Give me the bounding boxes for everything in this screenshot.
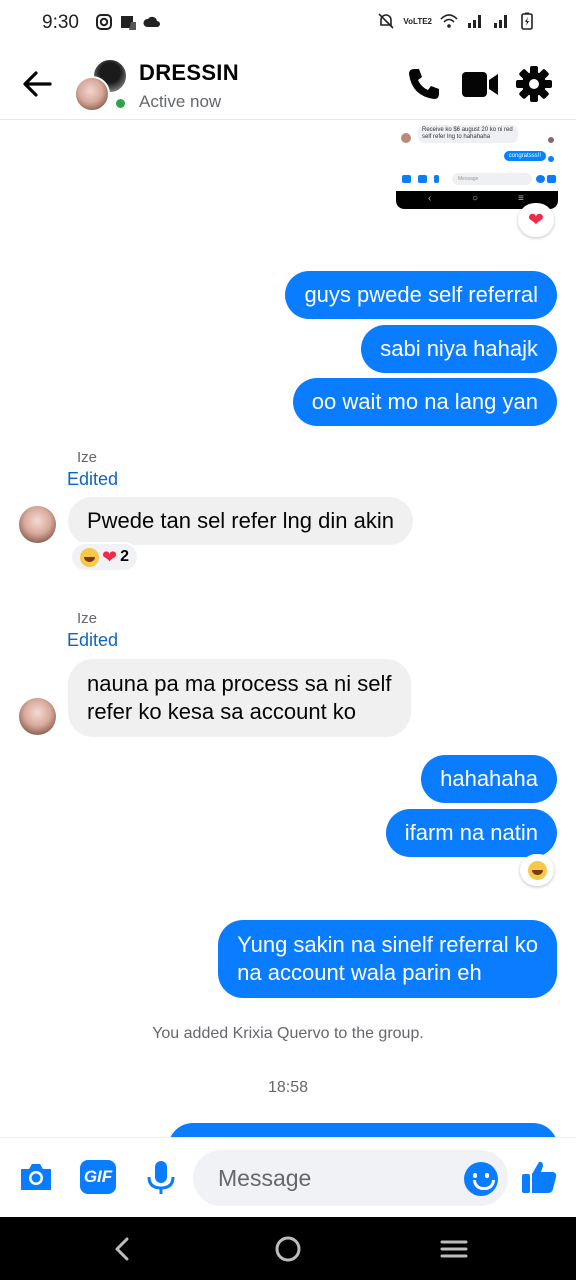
battery-icon [521,12,533,30]
status-time: 9:30 [42,12,79,33]
back-button[interactable] [18,64,58,104]
microphone-icon [434,175,439,183]
heart-icon: ❤ [102,547,118,567]
shared-screenshot-image[interactable]: Receive ko $6 august 20 ko ni red self r… [396,121,558,209]
screenshot-message-field: Message [452,173,532,185]
camera-icon [402,175,411,183]
menu-icon [440,1240,468,1258]
active-status: Active now [139,92,222,111]
gear-icon [516,66,552,102]
status-bar: 9:30 VoLTE2 [0,0,576,48]
mute-icon [378,13,394,29]
emoji-icon [536,175,545,183]
volte-label: VoLTE2 [403,16,432,26]
camera-button[interactable] [17,1158,55,1196]
status-notification-icons [95,13,161,31]
sender-avatar[interactable] [19,506,56,543]
circle-icon [275,1236,301,1262]
seen-indicator [548,156,554,162]
gif-button[interactable]: GIF [80,1160,116,1194]
message-bubble-outgoing[interactable]: oo wait mo na lang yan [292,378,557,426]
message-bubble-outgoing[interactable]: Yung sakin na sinelf referral ko na acco… [218,920,557,998]
message-bubble-outgoing[interactable] [168,1123,558,1137]
voice-call-button[interactable] [404,64,444,104]
nav-back-button[interactable] [106,1233,138,1265]
video-camera-icon [462,72,498,97]
data-saver-icon [121,16,136,30]
video-call-button[interactable] [460,64,500,104]
message-line: Yung sakin na sinelf referral ko [237,932,538,957]
instagram-icon [96,14,112,30]
message-bubble-outgoing[interactable]: ifarm na natin [385,809,557,857]
message-bubble-incoming[interactable]: Pwede tan sel refer lng din akin [68,497,413,545]
thumbs-up-icon [522,1161,557,1193]
nav-recents-button[interactable] [438,1233,470,1265]
microphone-icon [147,1161,175,1194]
system-notice: You added Krixia Quervo to the group. [152,1025,424,1042]
message-bubble-outgoing[interactable]: sabi niya hahajk [361,325,557,373]
heart-reaction[interactable]: ❤ [518,203,554,237]
chevron-left-icon [115,1237,129,1261]
screenshot-composer: Message [400,172,556,186]
sender-name: Ize [77,610,98,627]
chat-header: DRESSIN Active now [0,48,576,120]
message-composer: GIF [0,1137,576,1217]
sender-avatar[interactable] [19,698,56,735]
laughing-emoji-icon [80,547,99,567]
message-line: nauna pa ma process sa ni self [87,671,392,696]
edited-label[interactable]: Edited [67,469,118,490]
chat-settings-button[interactable] [514,64,554,104]
like-button[interactable] [520,1158,558,1196]
thumbs-up-icon [547,175,556,183]
laugh-reaction[interactable] [520,854,554,886]
reaction-summary[interactable]: ❤ 2 [70,542,139,572]
chevron-left-icon: ‹ [428,193,432,204]
signal-icon [468,15,481,28]
message-bubble-outgoing[interactable]: guys pwede self referral [285,271,557,319]
screenshot-outgoing-text: congratsss!! [503,151,546,161]
voice-message-button[interactable] [142,1158,180,1196]
edited-label[interactable]: Edited [67,630,118,651]
emoji-button[interactable] [464,1162,498,1196]
avatar [548,137,554,143]
avatar [401,133,411,143]
status-system-icons: VoLTE2 [377,12,536,30]
gif-icon [418,175,427,183]
group-avatar[interactable] [74,58,128,112]
signal-icon [494,15,507,28]
timestamp: 18:58 [267,1079,309,1096]
screenshot-incoming-text: Receive ko $6 august 20 ko ni red self r… [418,125,518,143]
camera-icon [21,1164,51,1190]
message-list[interactable]: Receive ko $6 august 20 ko ni red self r… [0,121,576,1137]
circle-icon: ○ [472,193,479,204]
message-input[interactable] [193,1150,508,1206]
phone-icon [409,69,439,99]
reaction-count: 2 [120,548,129,565]
system-navigation-bar [0,1217,576,1280]
online-indicator [114,97,127,110]
wifi-icon [440,14,458,28]
arrow-left-icon [23,71,52,97]
chat-title[interactable]: DRESSIN [139,60,239,86]
nav-home-button[interactable] [272,1233,304,1265]
message-bubble-outgoing[interactable]: hahahaha [421,755,557,803]
message-bubble-incoming[interactable]: nauna pa ma process sa ni self refer ko … [68,659,411,737]
member-avatar [74,76,110,112]
message-line: refer ko kesa sa account ko [87,699,357,724]
cloud-icon [143,16,160,27]
message-line: na account wala parin eh [237,960,482,985]
menu-icon: ≡ [518,193,524,204]
sender-name: Ize [77,449,98,466]
laughing-emoji-icon [527,860,547,880]
